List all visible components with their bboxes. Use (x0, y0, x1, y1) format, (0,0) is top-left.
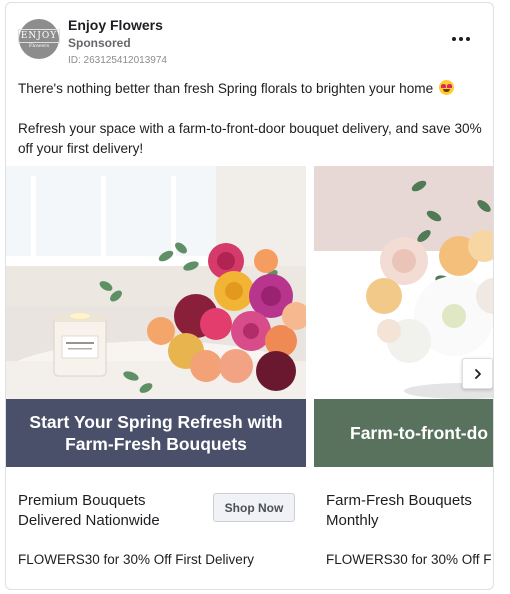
more-options-button[interactable] (446, 28, 476, 50)
card-description: FLOWERS30 for 30% Off F (326, 552, 492, 567)
chevron-right-icon (474, 368, 481, 379)
card-description: FLOWERS30 for 30% Off First Delivery (18, 552, 255, 567)
page-name[interactable]: Enjoy Flowers (68, 17, 163, 33)
carousel-edge (493, 166, 494, 589)
carousel-card[interactable]: Start Your Spring Refresh with Farm-Fres… (6, 166, 306, 586)
card-banner[interactable]: Farm-to-front-do (314, 399, 493, 467)
card-headline[interactable]: Farm-Fresh Bouquets Monthly (326, 491, 493, 531)
avatar-logo-text: ENJOY (17, 28, 61, 43)
card-banner[interactable]: Start Your Spring Refresh with Farm-Fres… (6, 399, 306, 467)
more-dot-icon (459, 37, 463, 41)
flower-bouquet-with-candle-image[interactable] (6, 166, 306, 399)
sponsored-label: Sponsored (68, 36, 131, 50)
sponsored-post: ENJOY Flowers Enjoy Flowers Sponsored ID… (5, 2, 494, 590)
heart-eyes-emoji-icon (438, 80, 454, 95)
carousel: Start Your Spring Refresh with Farm-Fres… (6, 166, 493, 589)
shop-now-button[interactable]: Shop Now (213, 493, 295, 522)
ad-id: ID: 263125412013974 (68, 55, 167, 66)
card-headline[interactable]: Premium Bouquets Delivered Nationwide (18, 491, 208, 531)
more-dot-icon (466, 37, 470, 41)
more-dot-icon (452, 37, 456, 41)
avatar-logo-subtext: Flowers (28, 42, 50, 49)
post-primary-text: There's nothing better than fresh Spring… (18, 79, 483, 159)
page-avatar[interactable]: ENJOY Flowers (17, 19, 61, 59)
primary-text-line-1: There's nothing better than fresh Spring… (18, 81, 434, 96)
carousel-next-button[interactable] (462, 358, 493, 389)
primary-text-line-2: Refresh your space with a farm-to-front-… (18, 121, 482, 156)
